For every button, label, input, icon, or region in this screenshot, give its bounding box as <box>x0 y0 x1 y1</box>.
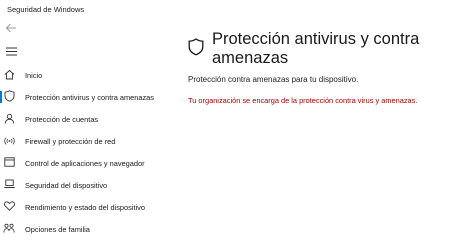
page-header: Protección antivirus y contra amenazas <box>188 30 468 72</box>
sidebar-item-label: Protección antivirus y contra amenazas <box>25 92 154 102</box>
main-content: Protección antivirus y contra amenazas <box>188 30 468 72</box>
sidebar-item-label: Firewall y protección de red <box>25 136 116 146</box>
sidebar-item-label: Control de aplicaciones y navegador <box>25 158 145 168</box>
back-button[interactable] <box>4 22 18 34</box>
sidebar-item-label: Opciones de familia <box>25 224 90 234</box>
wifi-icon <box>3 134 15 146</box>
sidebar-item-label: Rendimiento y estado del dispositivo <box>25 202 145 212</box>
heart-icon <box>3 200 15 212</box>
sidebar-item-rendimiento[interactable]: Rendimiento y estado del dispositivo <box>0 196 180 218</box>
sidebar-nav: Inicio Protección antivirus y contra ame… <box>0 64 180 240</box>
title-bar: Seguridad de Windows <box>0 0 474 18</box>
sidebar-item-label: Protección de cuentas <box>25 114 99 124</box>
shield-icon <box>188 38 204 56</box>
app-title: Seguridad de Windows <box>7 5 85 14</box>
person-icon <box>3 112 15 124</box>
back-arrow-icon <box>5 23 16 33</box>
app-browser-icon <box>3 156 15 168</box>
sidebar-item-cuentas[interactable]: Protección de cuentas <box>0 108 180 130</box>
hamburger-icon <box>5 47 17 55</box>
sidebar-item-label: Inicio <box>25 70 43 80</box>
sidebar-item-inicio[interactable]: Inicio <box>0 64 180 86</box>
laptop-icon <box>3 178 15 190</box>
organization-managed-notice: Tu organización se encarga de la protecc… <box>188 96 418 105</box>
sidebar-item-familia[interactable]: Opciones de familia <box>0 218 180 240</box>
hamburger-menu-button[interactable] <box>4 45 18 57</box>
sidebar-item-seguridad-dispositivo[interactable]: Seguridad del dispositivo <box>0 174 180 196</box>
page-title: Protección antivirus y contra amenazas <box>212 30 420 67</box>
shield-icon <box>3 90 15 102</box>
family-icon <box>3 222 15 234</box>
sidebar-item-antivirus[interactable]: Protección antivirus y contra amenazas <box>0 86 180 108</box>
selection-indicator <box>0 91 2 103</box>
sidebar-item-label: Seguridad del dispositivo <box>25 180 108 190</box>
home-icon <box>3 68 15 80</box>
sidebar-item-firewall[interactable]: Firewall y protección de red <box>0 130 180 152</box>
page-subtitle: Protección contra amenazas para tu dispo… <box>188 75 359 84</box>
sidebar-item-control-aplicaciones[interactable]: Control de aplicaciones y navegador <box>0 152 180 174</box>
